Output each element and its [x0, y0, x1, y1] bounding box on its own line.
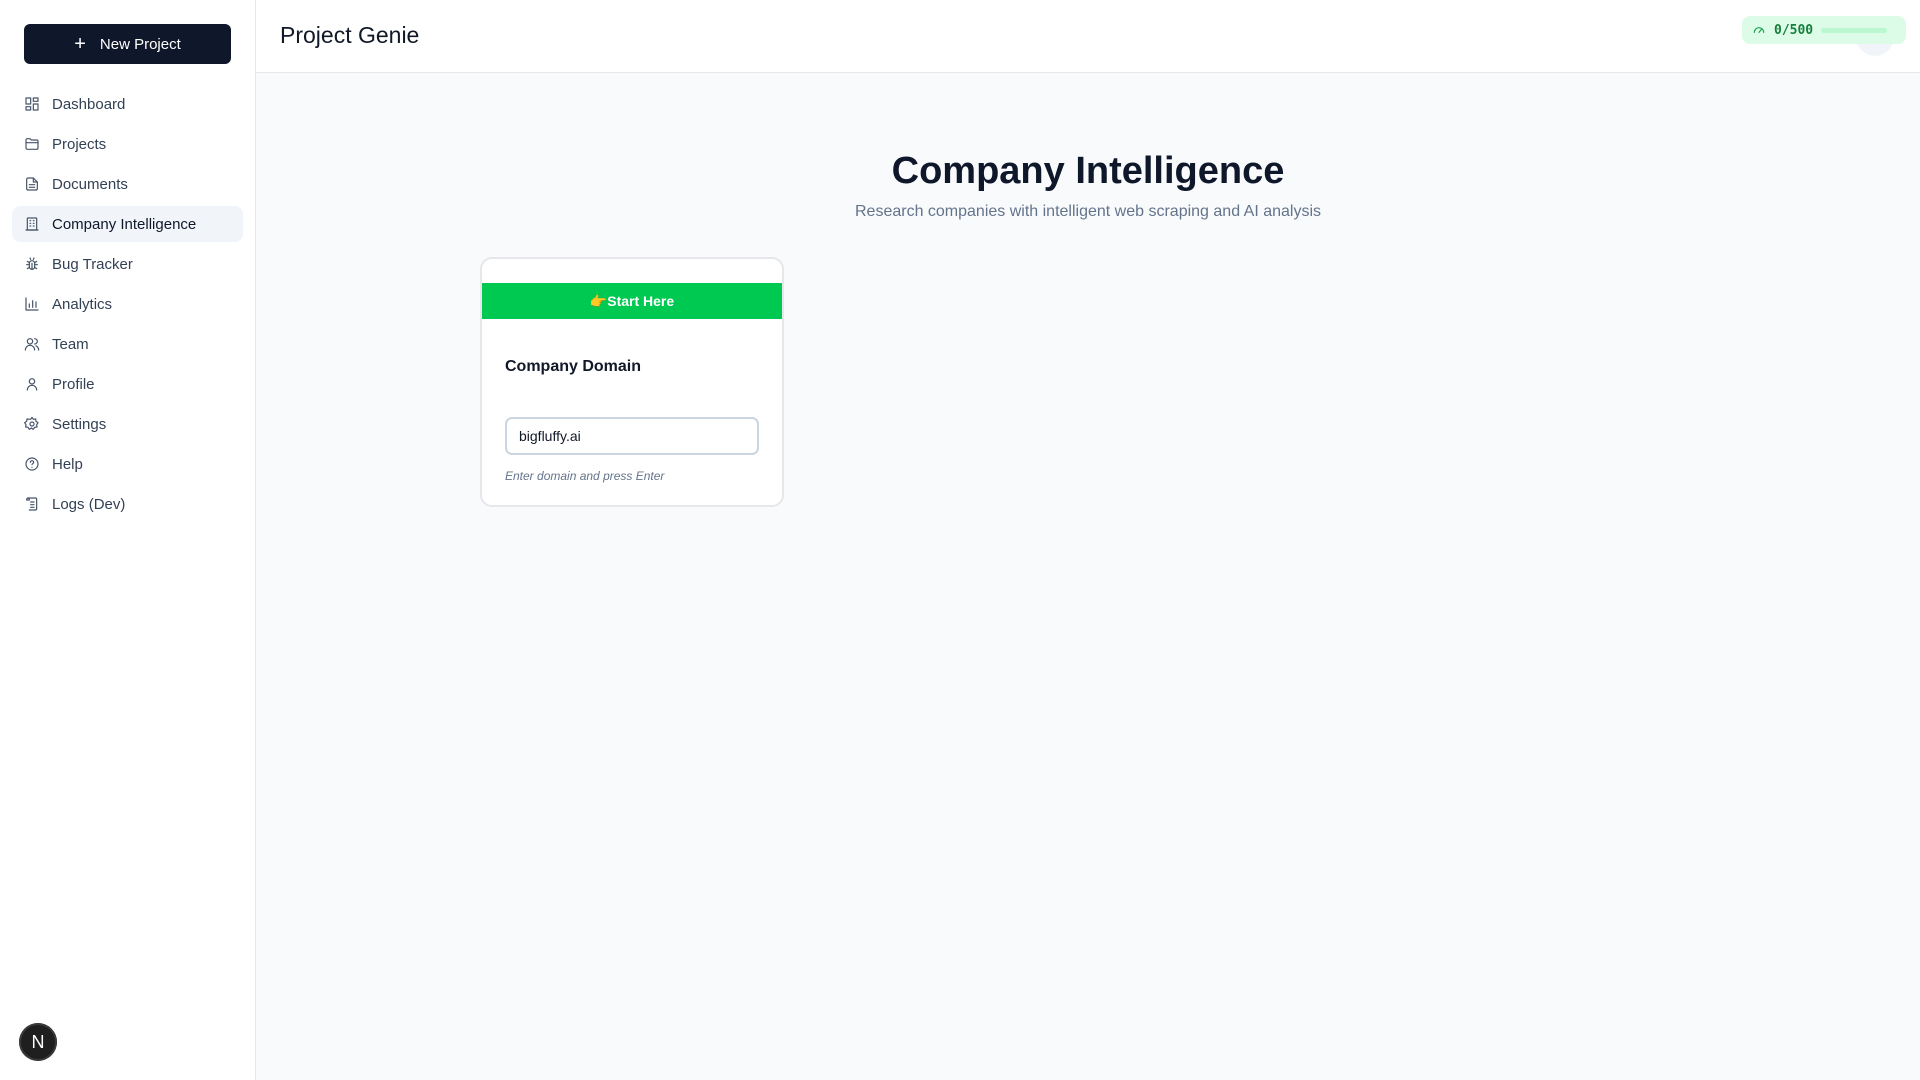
sidebar-item-label: Projects: [52, 135, 107, 153]
sidebar: + New Project Dashboard Projects Documen…: [0, 0, 256, 1080]
sidebar-item-profile[interactable]: Profile: [12, 366, 243, 402]
gauge-icon: [1752, 23, 1766, 37]
sidebar-item-label: Company Intelligence: [52, 215, 197, 233]
users-icon: [24, 336, 40, 352]
new-project-button[interactable]: + New Project: [24, 24, 231, 64]
document-icon: [24, 176, 40, 192]
sidebar-item-help[interactable]: Help: [12, 446, 243, 482]
help-circle-icon: [24, 456, 40, 472]
sidebar-item-logs[interactable]: Logs (Dev): [12, 486, 243, 522]
usage-count: 0/500: [1774, 22, 1814, 38]
company-domain-input[interactable]: [505, 417, 759, 455]
bug-icon: [24, 256, 40, 272]
plus-icon: +: [74, 33, 86, 55]
sidebar-item-label: Profile: [52, 375, 95, 393]
sidebar-item-settings[interactable]: Settings: [12, 406, 243, 442]
sidebar-item-analytics[interactable]: Analytics: [12, 286, 243, 322]
sidebar-item-label: Team: [52, 335, 89, 353]
folder-icon: [24, 136, 40, 152]
sidebar-item-projects[interactable]: Projects: [12, 126, 243, 162]
badge-letter: N: [31, 1031, 45, 1052]
page-title: Project Genie: [280, 22, 420, 48]
next-dev-badge[interactable]: N: [19, 1023, 57, 1061]
bar-chart-icon: [24, 296, 40, 312]
sidebar-item-documents[interactable]: Documents: [12, 166, 243, 202]
sidebar-item-label: Logs (Dev): [52, 495, 126, 513]
sidebar-nav: Dashboard Projects Documents Company Int…: [12, 86, 243, 526]
usage-progress-bar: [1821, 27, 1888, 33]
start-here-banner: 👉Start Here: [482, 283, 782, 319]
main-subtitle: Research companies with intelligent web …: [854, 203, 1322, 220]
usage-meter[interactable]: 0/500: [1742, 16, 1906, 44]
sidebar-item-label: Analytics: [52, 295, 113, 313]
sidebar-item-label: Documents: [52, 175, 128, 193]
dashboard-icon: [24, 96, 40, 112]
building-icon: [24, 216, 40, 232]
sidebar-item-label: Help: [52, 455, 83, 473]
sidebar-item-dashboard[interactable]: Dashboard: [12, 86, 243, 122]
sidebar-item-company-intelligence[interactable]: Company Intelligence: [12, 206, 243, 242]
sidebar-item-label: Settings: [52, 415, 107, 433]
company-domain-card: 👉Start Here Company Domain Enter domain …: [480, 257, 784, 507]
user-icon: [24, 376, 40, 392]
sidebar-item-bug-tracker[interactable]: Bug Tracker: [12, 246, 243, 282]
sidebar-item-label: Dashboard: [52, 95, 126, 113]
logs-icon: [24, 496, 40, 512]
new-project-label: New Project: [99, 35, 181, 53]
company-domain-label: Company Domain: [505, 358, 642, 375]
gear-icon: [24, 416, 40, 432]
sidebar-item-team[interactable]: Team: [12, 326, 243, 362]
main-title: Company Intelligence: [891, 150, 1285, 192]
sidebar-item-label: Bug Tracker: [52, 255, 133, 273]
top-header: Project Genie 0/500: [256, 0, 1920, 73]
domain-hint: Enter domain and press Enter: [505, 469, 665, 483]
